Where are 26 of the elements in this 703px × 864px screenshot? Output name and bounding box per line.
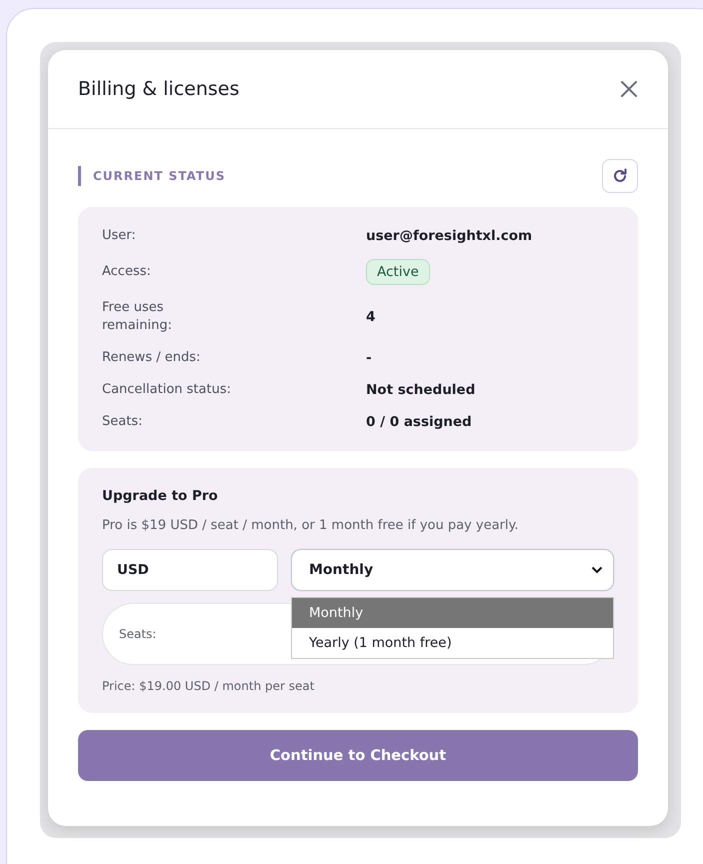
checkout-button[interactable]: Continue to Checkout bbox=[78, 730, 638, 781]
field-value: - bbox=[366, 350, 373, 366]
chevron-icon bbox=[591, 566, 603, 574]
field-value: 0 / 0 assigned bbox=[366, 414, 473, 430]
dropdown-option[interactable]: Monthly bbox=[292, 598, 613, 628]
field-value: user@foresightxl.com bbox=[366, 228, 534, 244]
field-value: 4 bbox=[366, 309, 376, 325]
field-label: Seats: bbox=[102, 413, 144, 431]
field-value: Not scheduled bbox=[366, 382, 476, 398]
close-icon bbox=[618, 78, 640, 100]
period-select[interactable]: Monthly bbox=[291, 549, 614, 591]
field-label: Free uses remaining: bbox=[102, 299, 174, 335]
field-label: Cancellation status: bbox=[102, 381, 232, 399]
refresh-button[interactable] bbox=[602, 159, 638, 193]
status-badge: Active bbox=[366, 259, 430, 285]
close-button[interactable] bbox=[618, 78, 640, 100]
field-label: User: bbox=[102, 227, 137, 245]
dialog-title: Billing & licenses bbox=[78, 78, 240, 100]
price-text: Price: $19.00 USD / month per seat bbox=[102, 679, 316, 693]
currency-field[interactable]: USD bbox=[102, 549, 278, 591]
section-heading: CURRENT STATUS bbox=[78, 166, 226, 186]
refresh-icon bbox=[612, 168, 628, 184]
upgrade-description: Pro is $19 USD / seat / month, or 1 month free if you pay yearly. bbox=[102, 518, 520, 533]
upgrade-title: Upgrade to Pro bbox=[102, 488, 219, 504]
field-label: Renews / ends: bbox=[102, 349, 202, 367]
field-label: Access: bbox=[102, 263, 152, 281]
